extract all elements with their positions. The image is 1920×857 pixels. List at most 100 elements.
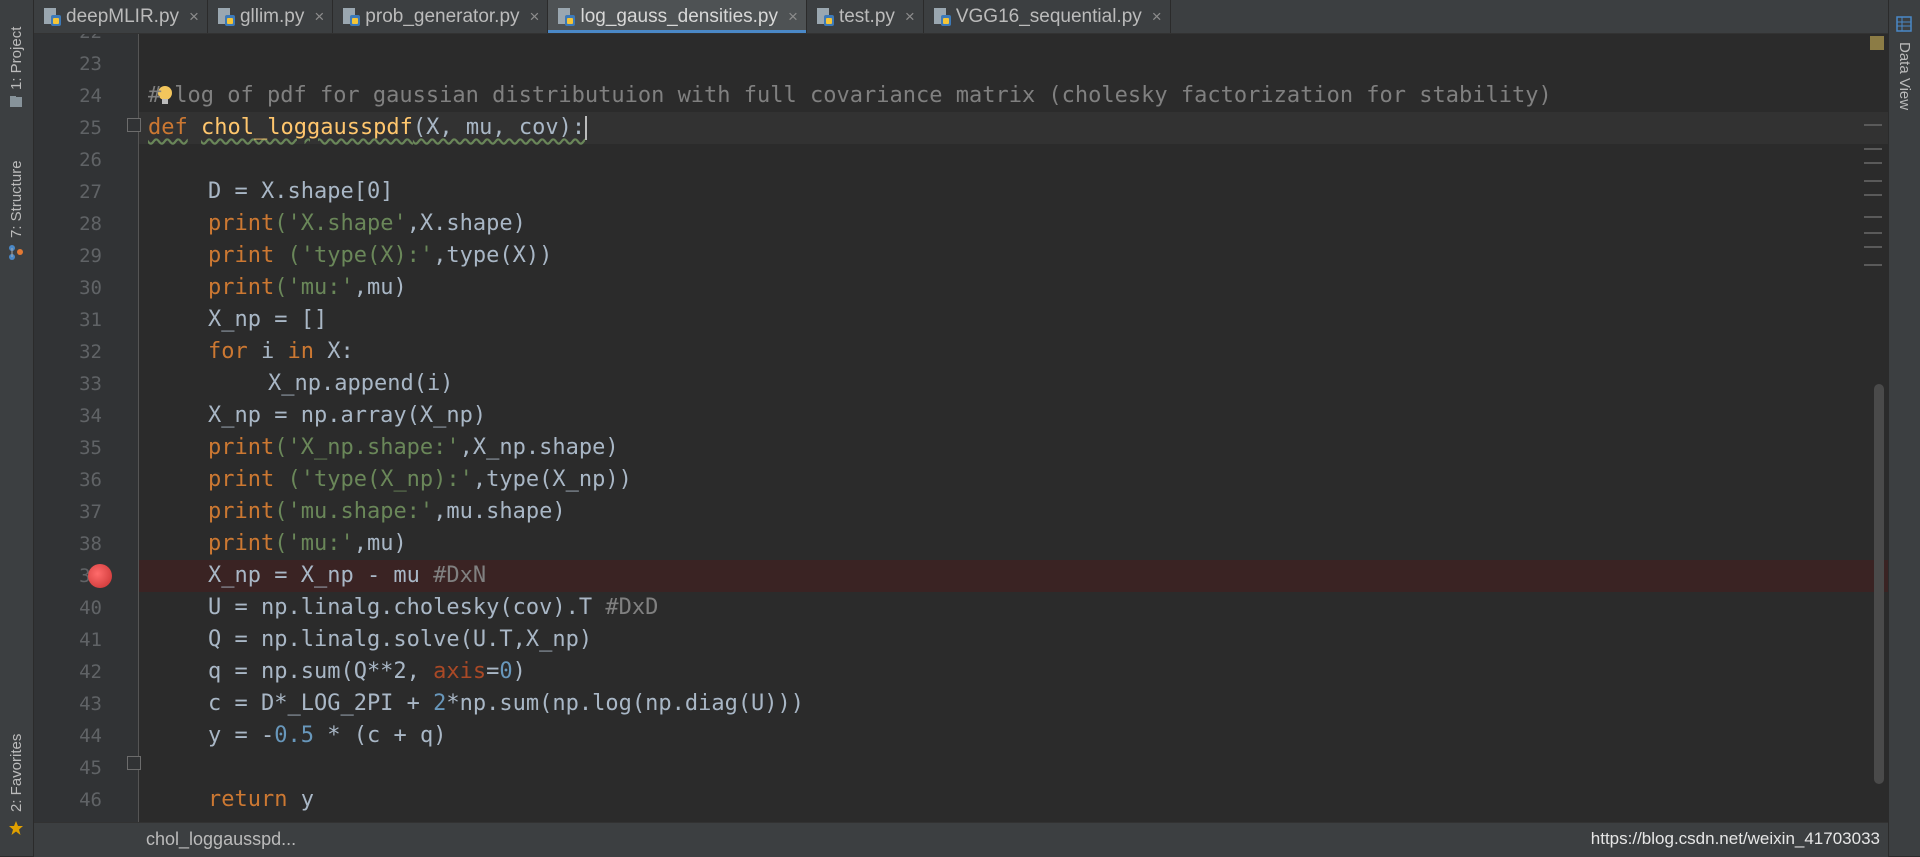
code-line-26[interactable]: D = X.shape[0] <box>148 176 1848 208</box>
code-line-28[interactable]: print ('type(X):',type(X)) <box>148 240 1848 272</box>
function-name: chol_loggausspdf <box>201 115 413 140</box>
code-text: ,type(X_np)) <box>472 467 632 492</box>
def-keyword: def <box>148 115 188 140</box>
close-icon[interactable]: × <box>788 7 798 27</box>
file-tab-label: VGG16_sequential.py <box>955 5 1142 27</box>
code-line-38[interactable]: X_np = X_np - mu #DxN <box>148 560 1848 592</box>
error-stripe[interactable] <box>1860 34 1888 822</box>
code-line-35[interactable]: print ('type(X_np):',type(X_np)) <box>148 464 1848 496</box>
line-number: 36 <box>79 469 102 491</box>
close-icon[interactable]: × <box>189 7 199 27</box>
vertical-scrollbar-thumb[interactable] <box>1874 384 1884 784</box>
code-text: Q = np.linalg.solve(U.T,X_np) <box>208 627 593 652</box>
stripe-mark[interactable] <box>1864 162 1882 164</box>
code-line-34[interactable]: print('X_np.shape:',X_np.shape) <box>148 432 1848 464</box>
close-icon[interactable]: × <box>314 7 324 27</box>
file-tab[interactable]: deepMLIR.py × <box>34 0 208 33</box>
code-text: U = np.linalg.cholesky(cov).T <box>208 595 606 620</box>
inspection-status-icon[interactable] <box>1870 36 1884 50</box>
code-line-23[interactable]: # log of pdf for gaussian distributuion w… <box>148 80 1848 112</box>
code-text: i <box>247 339 288 364</box>
code-line-31[interactable]: for i in X: <box>148 336 1848 368</box>
project-icon <box>10 96 22 107</box>
stripe-mark[interactable] <box>1864 264 1882 266</box>
file-tab[interactable]: gllim.py × <box>208 0 334 33</box>
code-line-42[interactable]: c = D*_LOG_2PI + 2*np.sum(np.log(np.diag… <box>148 688 1848 720</box>
close-icon[interactable]: × <box>1152 7 1162 27</box>
code-line-43[interactable]: y = -0.5 * (c + q) <box>148 720 1848 752</box>
line-number: 41 <box>79 629 102 651</box>
text-caret <box>585 116 588 140</box>
stripe-mark[interactable] <box>1864 216 1882 218</box>
line-number: 38 <box>79 533 102 555</box>
print-builtin: print <box>208 467 275 492</box>
python-file-icon <box>343 7 361 26</box>
structure-tool-tab[interactable]: 7: Structure <box>0 140 33 270</box>
code-line-36[interactable]: print('mu.shape:',mu.shape) <box>148 496 1848 528</box>
line-number: 27 <box>79 181 102 203</box>
inline-comment: #DxN <box>433 563 487 588</box>
string-literal: ('type(X):' <box>274 243 434 268</box>
code-text: ,X.shape) <box>406 211 526 236</box>
structure-icon <box>9 245 23 260</box>
stripe-mark[interactable] <box>1864 124 1882 126</box>
fold-marker-start[interactable] <box>127 118 141 132</box>
file-tab-label: log_gauss_densities.py <box>580 5 778 27</box>
editor-tab-bar: deepMLIR.py × gllim.py × prob_generator.py × l… <box>34 0 1888 34</box>
code-line-37[interactable]: print('mu:',mu) <box>148 528 1848 560</box>
line-number: 26 <box>79 149 102 171</box>
code-editor[interactable]: 2223242526272829303132333435363738394041… <box>34 34 1888 822</box>
close-icon[interactable]: × <box>905 7 915 27</box>
watermark: https://blog.csdn.net/weixin_41703033 <box>1590 829 1880 848</box>
code-line-40[interactable]: Q = np.linalg.solve(U.T,X_np) <box>148 624 1848 656</box>
line-number-gutter[interactable]: 2223242526272829303132333435363738394041… <box>34 34 139 822</box>
stripe-mark[interactable] <box>1864 180 1882 182</box>
code-line-27[interactable]: print('X.shape',X.shape) <box>148 208 1848 240</box>
code-line-24[interactable]: def chol_loggausspdf(X, mu, cov): <box>148 112 1848 144</box>
code-line-39[interactable]: U = np.linalg.cholesky(cov).T #DxD <box>148 592 1848 624</box>
code-text: X_np = [] <box>208 307 328 332</box>
line-number: 37 <box>79 501 102 523</box>
file-tab[interactable]: log_gauss_densities.py × <box>548 0 807 33</box>
code-line-41[interactable]: q = np.sum(Q**2, axis=0) <box>148 656 1848 688</box>
file-tab[interactable]: VGG16_sequential.py × <box>924 0 1171 33</box>
line-number: 44 <box>79 725 102 747</box>
code-text: *np.sum(np.log(np.diag(U))) <box>446 691 805 716</box>
breakpoint-icon[interactable] <box>88 564 112 588</box>
code-text: X_np = X_np - mu <box>208 563 434 588</box>
file-tab[interactable]: prob_generator.py × <box>333 0 549 33</box>
line-number: 35 <box>79 437 102 459</box>
line-number: 22 <box>34 34 102 48</box>
python-file-icon <box>44 7 61 26</box>
code-text: X_np = np.array(X_np) <box>208 403 487 428</box>
number-literal: 2 <box>433 691 447 716</box>
line-number: 40 <box>79 597 102 619</box>
code-line-29[interactable]: print('mu:',mu) <box>148 272 1848 304</box>
favorites-tool-tab[interactable]: 2: Favorites <box>0 720 33 840</box>
stripe-mark[interactable] <box>1864 148 1882 150</box>
code-line-32[interactable]: X_np.append(i) <box>148 368 1848 400</box>
close-icon[interactable]: × <box>530 7 540 27</box>
python-file-icon <box>217 7 235 26</box>
code-text: ,mu) <box>353 275 407 300</box>
stripe-mark[interactable] <box>1864 246 1882 248</box>
code-line-33[interactable]: X_np = np.array(X_np) <box>148 400 1848 432</box>
fold-marker-end[interactable] <box>127 756 141 770</box>
stripe-mark[interactable] <box>1864 194 1882 196</box>
in-keyword: in <box>287 339 315 364</box>
file-tab[interactable]: test.py × <box>807 0 924 33</box>
line-number: 24 <box>79 85 102 107</box>
file-tab-label: deepMLIR.py <box>66 5 180 27</box>
breadcrumb[interactable]: chol_loggausspd... <box>146 829 296 850</box>
project-tool-tab[interactable]: 1: Project <box>0 8 33 118</box>
breadcrumb-bar: chol_loggausspd... https://blog.csdn.net… <box>34 822 1888 857</box>
line-number: 32 <box>79 341 102 363</box>
string-literal: ('X_np.shape:' <box>274 435 460 460</box>
print-builtin: print <box>208 275 275 300</box>
print-builtin: print <box>208 243 275 268</box>
code-line-45[interactable]: return y <box>148 784 1848 816</box>
stripe-mark[interactable] <box>1864 232 1882 234</box>
code-line-30[interactable]: X_np = [] <box>148 304 1848 336</box>
print-builtin: print <box>208 499 275 524</box>
code-text: ,type(X)) <box>433 243 553 268</box>
